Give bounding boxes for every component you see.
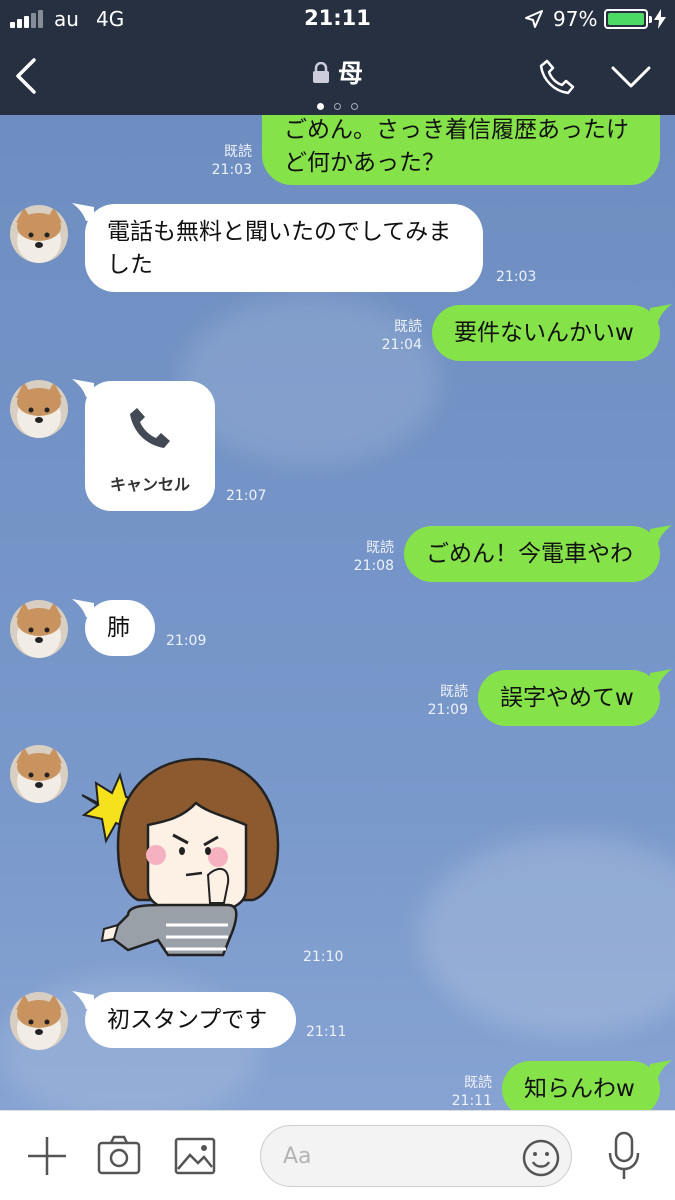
message-time: 21:10 [303,949,344,965]
avatar[interactable] [10,205,68,263]
avatar[interactable] [10,600,68,658]
message-time: 21:11 [451,1093,492,1109]
phone-icon[interactable] [538,58,576,96]
camera-icon[interactable] [97,1135,141,1175]
message-bubble[interactable]: 誤字やめてw [478,670,660,726]
chevron-down-icon[interactable] [610,64,652,92]
message-bubble[interactable]: 電話も無料と聞いたのでしてみま した [85,204,483,292]
battery-icon [604,9,652,29]
call-card[interactable]: キャンセル [85,381,215,511]
message-meta: 既読 21:08 [338,539,394,575]
message-meta: 既読 21:11 [436,1074,492,1110]
top-bar: au 4G 21:11 97% 母 [0,0,675,115]
plus-icon[interactable] [26,1135,68,1177]
status-bar: au 4G 21:11 97% [0,0,675,38]
location-icon [525,10,543,28]
message-input-box[interactable] [260,1125,572,1187]
chat-title-text: 母 [337,59,363,88]
message-meta: 既読 21:04 [366,318,422,354]
read-receipt: 既読 [464,1075,492,1091]
message-time: 21:08 [353,558,394,574]
read-receipt: 既読 [394,319,422,335]
message-time: 21:03 [496,269,537,285]
image-icon[interactable] [174,1137,216,1175]
composer-bar [0,1110,675,1200]
message-bubble[interactable]: ごめん。さっき着信履歴あったけ ど何かあった？ [262,115,660,185]
microphone-icon[interactable] [606,1131,642,1181]
message-time: 21:03 [211,162,252,178]
avatar[interactable] [10,745,68,803]
message-bubble[interactable]: 初スタンプです [85,992,296,1048]
sticker-image[interactable] [78,755,288,965]
message-bubble[interactable]: ごめん！今電車やわ [404,526,660,582]
charging-icon [654,9,666,29]
message-meta: 既読 21:03 [196,143,252,179]
message-bubble[interactable]: 知らんわw [502,1061,660,1110]
message-time: 21:04 [381,337,422,353]
message-input[interactable] [283,1138,503,1174]
message-time: 21:09 [427,702,468,718]
message-time: 21:09 [166,633,207,649]
message-bubble[interactable]: 要件ないんかいw [432,305,660,361]
battery-percent: 97% [553,7,598,31]
emoji-icon[interactable] [521,1138,561,1178]
message-bubble[interactable]: 肺 [85,600,155,656]
page-dots [0,95,675,110]
read-receipt: 既読 [366,540,394,556]
avatar[interactable] [10,992,68,1050]
read-receipt: 既読 [224,144,252,160]
message-time: 21:07 [226,488,267,504]
message-meta: 既読 21:09 [412,683,468,719]
chat-area[interactable]: 既読 21:03 ごめん。さっき着信履歴あったけ ど何かあった？ 電話も無料と聞… [0,115,675,1110]
avatar[interactable] [10,380,68,438]
read-receipt: 既読 [440,684,468,700]
lock-icon [312,61,329,83]
message-time: 21:11 [306,1024,347,1040]
phone-icon [130,408,170,448]
call-status-label: キャンセル [109,475,190,494]
